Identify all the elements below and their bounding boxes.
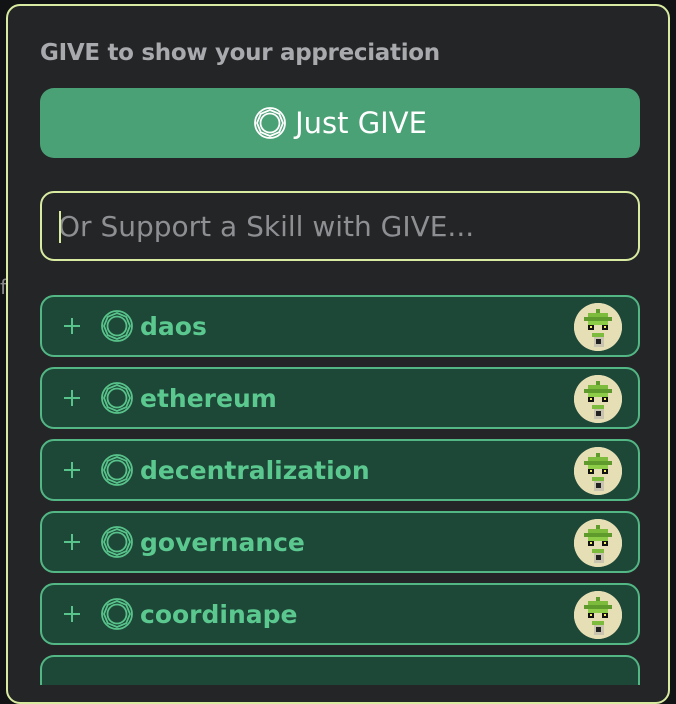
skill-name: daos [140, 311, 207, 341]
skill-name: coordinape [140, 599, 298, 629]
plus-icon [64, 390, 80, 406]
skill-row-decentralization[interactable]: decentralization [40, 439, 640, 501]
give-token-icon [100, 381, 134, 415]
skill-row-daos[interactable]: daos [40, 295, 640, 357]
give-token-icon [253, 106, 287, 140]
plus-icon [64, 606, 80, 622]
skill-name: decentralization [140, 455, 370, 485]
skill-search-field[interactable] [40, 191, 640, 261]
skill-row-ethereum[interactable]: ethereum [40, 367, 640, 429]
avatar [574, 375, 622, 423]
avatar [574, 447, 622, 495]
skill-row-coordinape[interactable]: coordinape [40, 583, 640, 645]
give-token-icon [100, 597, 134, 631]
plus-icon [64, 534, 80, 550]
panel-heading: GIVE to show your appreciation [40, 40, 440, 66]
just-give-label: Just GIVE [295, 106, 427, 140]
plus-icon [64, 462, 80, 478]
skill-list: daos ethereum decentralization governanc… [40, 295, 640, 685]
plus-icon [64, 318, 80, 334]
avatar [574, 591, 622, 639]
avatar [574, 519, 622, 567]
give-token-icon [100, 525, 134, 559]
skill-row-governance[interactable]: governance [40, 511, 640, 573]
just-give-button[interactable]: Just GIVE [40, 88, 640, 158]
give-panel: GIVE to show your appreciation Just GIVE [6, 4, 670, 704]
avatar [574, 303, 622, 351]
skill-search-input[interactable] [42, 193, 638, 259]
skill-row-partial[interactable] [40, 655, 640, 685]
skill-name: governance [140, 527, 305, 557]
give-token-icon [100, 309, 134, 343]
text-caret [59, 211, 61, 243]
give-token-icon [100, 453, 134, 487]
skill-name: ethereum [140, 383, 277, 413]
